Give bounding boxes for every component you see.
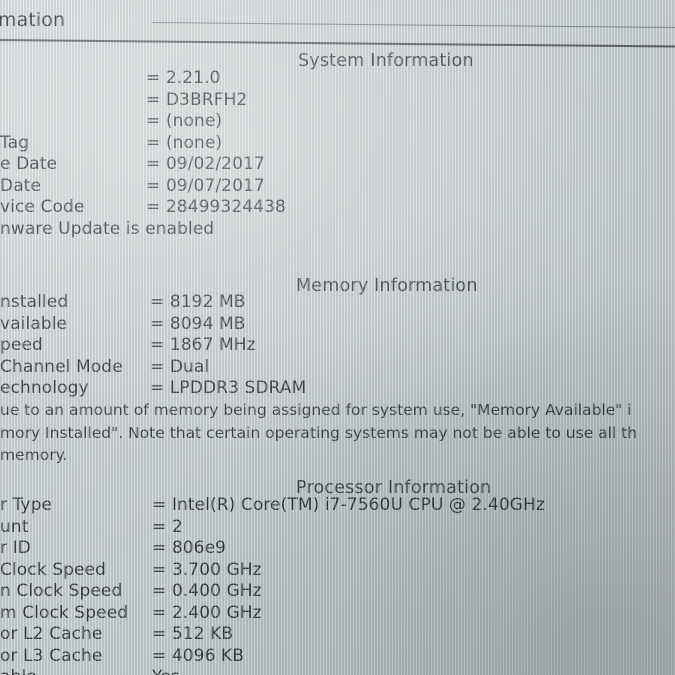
system-information-rows: = 2.21.0 = D3BRFH2 = (none) Tag = (none)…	[0, 68, 675, 219]
row-label: nstalled	[0, 292, 69, 312]
table-row: unt = 2	[0, 517, 675, 539]
note-line: ue to an amount of memory being assigned…	[0, 401, 632, 419]
row-label: peed	[0, 335, 43, 355]
table-row: = (none)	[0, 111, 675, 133]
table-row: r Type = Intel(R) Core(TM) i7-7560U CPU …	[0, 495, 675, 517]
processor-information-rows: r Type = Intel(R) Core(TM) i7-7560U CPU …	[0, 495, 675, 675]
row-value: = Intel(R) Core(TM) i7-7560U CPU @ 2.40G…	[152, 495, 545, 515]
row-value: = 8192 MB	[150, 292, 246, 312]
row-value: = (none)	[146, 132, 223, 153]
row-value: = LPDDR3 SDRAM	[150, 378, 307, 398]
row-value: = 4096 KB	[152, 645, 245, 666]
group-box-label: mation	[0, 9, 66, 31]
row-label: vice Code	[0, 197, 85, 217]
row-value: = 8094 MB	[150, 313, 246, 334]
table-row: vice Code = 28499324438	[0, 197, 675, 219]
note-line: memory.	[0, 446, 68, 464]
row-value: = D3BRFH2	[146, 89, 248, 110]
table-row: r ID = 806e9	[0, 538, 675, 560]
row-value: = 0.400 GHz	[152, 581, 262, 601]
table-row: Date = 09/07/2017	[0, 176, 675, 198]
row-value: = 2.400 GHz	[152, 602, 262, 623]
table-row: Tag = (none)	[0, 133, 675, 155]
table-row: vailable = 8094 MB	[0, 314, 675, 336]
table-row: peed = 1867 MHz	[0, 335, 675, 357]
table-row: or L3 Cache = 4096 KB	[0, 646, 675, 668]
row-value: = 09/02/2017	[146, 154, 265, 174]
memory-availability-note: ue to an amount of memory being assigned…	[0, 399, 637, 467]
row-label: r Type	[0, 495, 53, 515]
table-row: m Clock Speed = 2.400 GHz	[0, 603, 675, 625]
row-value: = 3.700 GHz	[152, 559, 262, 580]
row-label: echnology	[0, 378, 89, 398]
row-label: Clock Speed	[0, 559, 106, 580]
table-row: nstalled = 8192 MB	[0, 292, 675, 314]
firmware-update-status: nware Update is enabled	[0, 219, 215, 239]
row-label: e Date	[0, 154, 58, 174]
memory-information-rows: nstalled = 8192 MB vailable = 8094 MB pe…	[0, 292, 675, 400]
row-value: = 28499324438	[146, 197, 286, 217]
row-value: = (none)	[146, 111, 223, 131]
row-label: m Clock Speed	[0, 602, 129, 623]
row-value: = 1867 MHz	[150, 335, 256, 355]
row-label: Date	[0, 175, 42, 196]
row-value: = 512 KB	[152, 624, 234, 644]
group-box-rule-bottom	[0, 39, 675, 48]
row-label: or L3 Cache	[0, 645, 103, 666]
row-label: unt	[0, 516, 29, 537]
row-label: n Clock Speed	[0, 581, 123, 601]
row-label: r ID	[0, 538, 31, 558]
group-box-rule-top	[151, 22, 675, 29]
table-row: Channel Mode = Dual	[0, 357, 675, 379]
row-value: = 806e9	[152, 538, 227, 558]
table-row: able Yes	[0, 667, 675, 675]
bios-content-layer: mation System Information = 2.21.0 = D3B…	[0, 0, 675, 675]
bios-screen-photo: mation System Information = 2.21.0 = D3B…	[0, 0, 675, 675]
row-label: vailable	[0, 313, 68, 334]
table-row: = 2.21.0	[0, 68, 675, 90]
row-value: = Dual	[150, 356, 210, 377]
table-row: echnology = LPDDR3 SDRAM	[0, 378, 675, 400]
table-row: = D3BRFH2	[0, 90, 675, 112]
table-row: e Date = 09/02/2017	[0, 154, 675, 176]
row-value: = 09/07/2017	[146, 175, 265, 196]
row-label: able	[0, 667, 37, 675]
row-value: Yes	[152, 667, 180, 675]
row-label: Channel Mode	[0, 356, 123, 377]
row-label: Tag	[0, 132, 30, 153]
row-value: = 2.21.0	[146, 68, 221, 88]
table-row: n Clock Speed = 0.400 GHz	[0, 581, 675, 603]
row-label: or L2 Cache	[0, 624, 103, 644]
table-row: or L2 Cache = 512 KB	[0, 624, 675, 646]
note-line: mory Installed". Note that certain opera…	[0, 423, 638, 442]
row-value: = 2	[152, 516, 183, 537]
table-row: Clock Speed = 3.700 GHz	[0, 560, 675, 582]
